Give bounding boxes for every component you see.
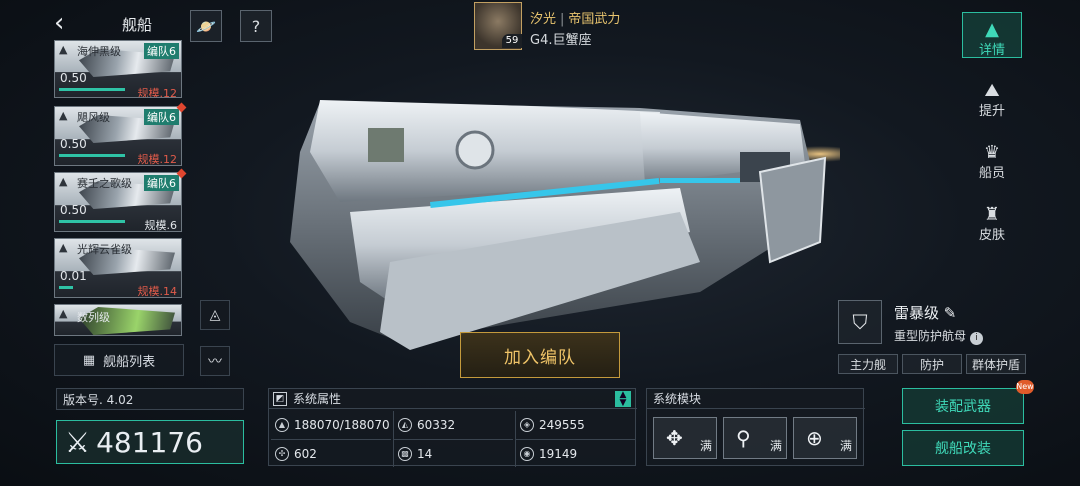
attr-cell: ✣ 602 [271, 439, 391, 467]
version-label: 版本号. 4.02 [56, 388, 244, 410]
ship-card[interactable]: ▲ 数列级 [54, 304, 182, 336]
system-attributes-panel: ◩ 系统属性 ▲ ▼ ▲ 188070/188070 ◭ 60332 ◈ 249555 … [268, 388, 637, 467]
crew-icon: ♛ [983, 142, 1001, 163]
ship-class-icon: ▲ [59, 109, 68, 122]
ship-card-name: 光辉云雀级 [77, 243, 132, 256]
ship-card[interactable]: ▲ 赛壬之歌级 编队6 0.50 规模.6 [54, 172, 182, 232]
ship-card[interactable]: ▲ 飓风级 编队6 0.50 规模.12 [54, 106, 182, 166]
tab-skin[interactable]: ♜ 皮肤 [962, 198, 1022, 248]
ship-card-name: 飓风级 [77, 111, 110, 124]
wave-icon: 〰 [208, 354, 222, 370]
ship-card-scale: 规模.12 [137, 153, 178, 166]
ship-card-scale: 规模.14 [137, 285, 178, 298]
ship-card-value: 0.01 [60, 269, 87, 283]
fleet-badge: 编队6 [144, 175, 179, 191]
player-level: 59 [502, 34, 522, 48]
ship-card-scale: 规模.6 [144, 219, 178, 232]
edit-icon[interactable]: ✎ [944, 304, 957, 322]
power-value: 481176 [96, 425, 203, 459]
ship-card-name: 海伸黑级 [77, 45, 121, 58]
new-badge: New [1016, 380, 1034, 394]
ship-class-icon: ▲ [59, 307, 68, 320]
system-modules-title: 系统模块 [647, 389, 865, 409]
help-button[interactable]: ? [240, 10, 272, 42]
ship-list-button[interactable]: ▦ 舰船列表 [54, 344, 184, 376]
ship-card-bar [59, 286, 73, 289]
ship-card-bar [59, 154, 125, 157]
player-header[interactable]: 59 汐光 | 帝国武力 G4.巨蟹座 [474, 2, 674, 50]
help-icon: ? [251, 16, 261, 36]
module-slot[interactable]: ⊕ 满 [793, 417, 857, 459]
attr-cell: ▩ 14 [393, 439, 513, 467]
ship-card-value: 0.50 [60, 137, 87, 151]
ship-class-badge: ⛉ [838, 300, 882, 344]
module-slot[interactable]: ⚲ 满 [723, 417, 787, 459]
attr-cell: ◈ 249555 [515, 411, 635, 439]
back-icon[interactable]: ‹ [54, 10, 82, 38]
ship-card[interactable]: ▲ 光辉云雀级 0.01 规模.14 [54, 238, 182, 298]
grid-icon: ▦ [82, 352, 96, 368]
tab-crew[interactable]: ♛ 船员 [962, 136, 1022, 186]
tab-details[interactable]: ▲ 详情 [962, 12, 1022, 58]
ship-name[interactable]: 雷暴级 ✎ [894, 302, 956, 323]
planet-icon: 🪐 [196, 16, 216, 36]
swords-icon: ⚔ [65, 425, 91, 459]
ship-type: 重型防护航母 i [894, 327, 984, 345]
info-icon[interactable]: i [970, 332, 984, 345]
medkit-icon: ⊕ [806, 426, 823, 450]
checker-icon: ▩ [398, 446, 412, 461]
module-slot[interactable]: ✥ 满 [653, 417, 717, 459]
page-title: 舰船 [122, 16, 153, 34]
fleet-badge: 编队6 [144, 43, 179, 59]
attributes-icon: ◩ [273, 392, 287, 406]
attr-cell: ◉ 19149 [515, 439, 635, 467]
ship-hp-icon: ▲ [275, 418, 289, 432]
player-zone: G4.巨蟹座 [530, 33, 592, 48]
equip-weapons-button[interactable]: 装配武器 [902, 388, 1024, 424]
ship-card-value: 0.50 [60, 71, 87, 85]
power-display: ⚔ 481176 [56, 420, 244, 464]
armor-icon: ◭ [398, 418, 412, 432]
ship-class-icon: ▲ [59, 241, 68, 254]
ship-card-bar [59, 220, 125, 223]
ship-card-bar [59, 88, 125, 91]
ship-class-icon: ▲ [59, 175, 68, 188]
join-fleet-button[interactable]: 加入编队 [460, 332, 620, 378]
wave-filter-button[interactable]: 〰 [200, 346, 230, 376]
tab-upgrade[interactable]: ⛰ 提升 [962, 74, 1022, 124]
fleet-filter-button[interactable]: ◬ [200, 300, 230, 330]
ship-card-name: 数列级 [77, 311, 110, 324]
ship-tag: 防护 [902, 354, 962, 374]
shield-icon: ◈ [520, 418, 534, 432]
triangle-icon: ◬ [209, 307, 221, 323]
antenna-icon: ⚲ [736, 426, 751, 450]
ship-modify-button[interactable]: 舰船改装 [902, 430, 1024, 466]
system-attributes-title: 系统属性 [293, 392, 342, 406]
ship-list-label: 舰船列表 [103, 354, 156, 370]
attr-cell: ◭ 60332 [393, 411, 513, 439]
details-icon: ▲ [985, 19, 999, 40]
ship-tag: 主力舰 [838, 354, 898, 374]
player-name: 汐光 | 帝国武力 [530, 12, 621, 27]
dpad-icon: ✥ [666, 426, 683, 450]
ship-tag: 群体护盾 [966, 354, 1026, 374]
ship-class-icon: ▲ [59, 43, 68, 56]
attr-cell: ▲ 188070/188070 [271, 411, 391, 439]
ship-card-scale: 规模.12 [137, 87, 178, 98]
ship-card-name: 赛壬之歌级 [77, 177, 132, 190]
ship-card[interactable]: ▲ 海伸黑级 编队6 0.50 规模.12 [54, 40, 182, 98]
system-modules-panel: 系统模块 ✥ 满 ⚲ 满 ⊕ 满 [646, 388, 865, 466]
ship-card-value: 0.50 [60, 203, 87, 217]
expand-toggle-icon[interactable]: ▲ ▼ [615, 391, 631, 408]
system-attributes-header: ◩ 系统属性 ▲ ▼ [269, 389, 637, 409]
upgrade-icon: ⛰ [984, 80, 1000, 101]
speed-icon: ✣ [275, 446, 289, 461]
fleet-badge: 编队6 [144, 109, 179, 125]
ship-render [290, 100, 840, 350]
skin-icon: ♜ [983, 204, 1001, 225]
target-icon: ◉ [520, 446, 534, 461]
planet-button[interactable]: 🪐 [190, 10, 222, 42]
shield-icon: ⛉ [852, 310, 868, 334]
